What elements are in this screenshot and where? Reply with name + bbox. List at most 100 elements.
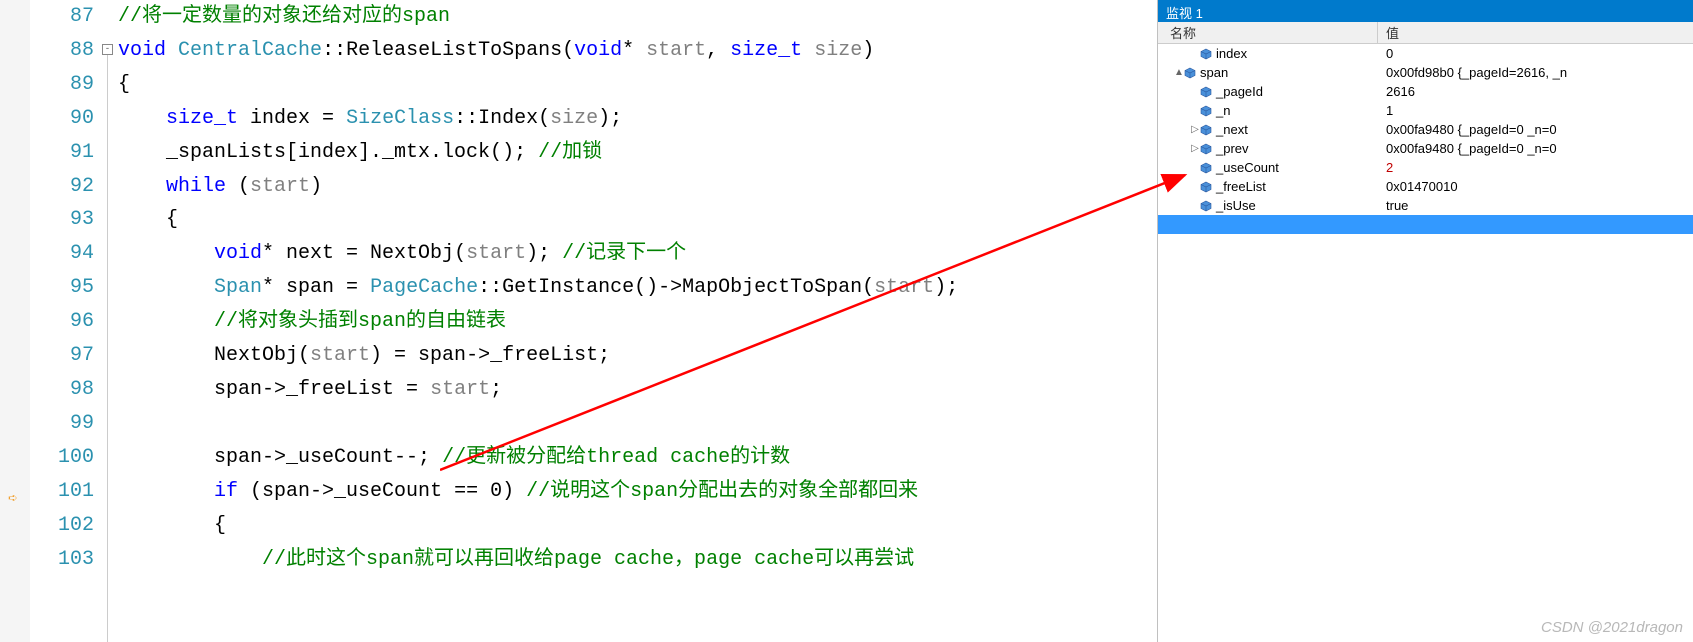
watch-name-cell[interactable]: _useCount bbox=[1158, 158, 1378, 177]
watch-row-blank-selected[interactable] bbox=[1158, 215, 1693, 234]
watch-name-cell[interactable]: _freeList bbox=[1158, 177, 1378, 196]
watch-row[interactable]: _n1 bbox=[1158, 101, 1693, 120]
code-token bbox=[802, 39, 814, 62]
code-line[interactable]: if (span->_useCount == 0) //说明这个span分配出去… bbox=[118, 475, 1157, 509]
watch-row[interactable]: _freeList0x01470010 bbox=[1158, 177, 1693, 196]
watch-name-cell[interactable]: _pageId bbox=[1158, 82, 1378, 101]
code-token: //记录下一个 bbox=[562, 242, 686, 265]
code-token: ); bbox=[598, 107, 622, 130]
line-number: 88 bbox=[30, 34, 94, 68]
variable-icon bbox=[1200, 124, 1212, 136]
code-token: start bbox=[430, 378, 490, 401]
code-token: PageCache bbox=[370, 276, 478, 299]
code-token: { bbox=[118, 73, 130, 96]
expander-icon[interactable]: ▲ bbox=[1174, 67, 1184, 78]
code-line[interactable]: NextObj(start) = span->_freeList; bbox=[118, 339, 1157, 373]
line-numbers: 87888990919293949596979899100101102103 bbox=[30, 0, 102, 642]
code-line[interactable]: { bbox=[118, 203, 1157, 237]
watch-rows[interactable]: index0▲span0x00fd98b0 {_pageId=2616, _n_… bbox=[1158, 44, 1693, 642]
line-number: 94 bbox=[30, 237, 94, 271]
variable-icon bbox=[1200, 181, 1212, 193]
watch-var-name: _useCount bbox=[1216, 160, 1279, 175]
line-number: 92 bbox=[30, 170, 94, 204]
watch-row[interactable]: ▷_next0x00fa9480 {_pageId=0 _n=0 bbox=[1158, 120, 1693, 139]
line-number: 103 bbox=[30, 543, 94, 577]
code-line[interactable]: { bbox=[118, 509, 1157, 543]
code-line[interactable]: //将一定数量的对象还给对应的span bbox=[118, 0, 1157, 34]
code-token bbox=[118, 242, 214, 265]
code-token: * next = NextObj( bbox=[262, 242, 466, 265]
code-token: //更新被分配给thread cache的计数 bbox=[442, 446, 790, 469]
breakpoint-gutter[interactable]: ➪ bbox=[0, 0, 30, 642]
watch-header-value[interactable]: 值 bbox=[1378, 23, 1693, 42]
watch-value-cell: 2 bbox=[1378, 160, 1693, 175]
code-token: ); bbox=[526, 242, 562, 265]
watch-name-cell[interactable]: ▷_prev bbox=[1158, 139, 1378, 158]
watch-name-cell[interactable]: _isUse bbox=[1158, 196, 1378, 215]
code-token: void bbox=[214, 242, 262, 265]
line-number: 93 bbox=[30, 203, 94, 237]
watch-var-name: _next bbox=[1216, 122, 1248, 137]
code-line[interactable]: while (start) bbox=[118, 170, 1157, 204]
code-line[interactable]: //将对象头插到span的自由链表 bbox=[118, 305, 1157, 339]
code-line[interactable]: void CentralCache::ReleaseListToSpans(vo… bbox=[118, 34, 1157, 68]
code-line[interactable]: void* next = NextObj(start); //记录下一个 bbox=[118, 237, 1157, 271]
code-token: //加锁 bbox=[538, 141, 602, 164]
watch-name-cell[interactable]: ▲span bbox=[1158, 63, 1378, 82]
fold-column[interactable]: - bbox=[102, 0, 116, 642]
code-token: start bbox=[874, 276, 934, 299]
code-line[interactable]: Span* span = PageCache::GetInstance()->M… bbox=[118, 271, 1157, 305]
fold-toggle-icon[interactable]: - bbox=[102, 44, 113, 55]
watch-var-name: _isUse bbox=[1216, 198, 1256, 213]
code-token: ( bbox=[226, 175, 250, 198]
code-token: size_t bbox=[166, 107, 238, 130]
watch-name-cell[interactable]: ▷ _next bbox=[1158, 120, 1378, 139]
variable-icon bbox=[1200, 86, 1212, 98]
code-token: //此时这个span就可以再回收给page cache，page cache可以… bbox=[262, 548, 914, 571]
code-token bbox=[118, 310, 214, 333]
code-token: size bbox=[550, 107, 598, 130]
watch-title: 监视 1 bbox=[1158, 0, 1693, 22]
code-line[interactable]: { bbox=[118, 68, 1157, 102]
code-line[interactable]: _spanLists[index]._mtx.lock(); //加锁 bbox=[118, 136, 1157, 170]
code-editor[interactable]: ➪ 87888990919293949596979899100101102103… bbox=[0, 0, 1157, 642]
watch-value-cell: true bbox=[1378, 198, 1693, 213]
code-token: ::ReleaseListToSpans( bbox=[322, 39, 574, 62]
code-token: start bbox=[250, 175, 310, 198]
code-line[interactable] bbox=[118, 407, 1157, 441]
watch-var-name: _pageId bbox=[1216, 84, 1263, 99]
watch-var-name: _freeList bbox=[1216, 179, 1266, 194]
variable-icon bbox=[1200, 143, 1212, 155]
code-token bbox=[118, 480, 214, 503]
watch-row[interactable]: _isUse true bbox=[1158, 196, 1693, 215]
watch-value-cell: 0 bbox=[1378, 46, 1693, 61]
watch-row[interactable]: _useCount 2 bbox=[1158, 158, 1693, 177]
code-token: //说明这个span分配出去的对象全部都回来 bbox=[526, 480, 918, 503]
code-line[interactable]: //此时这个span就可以再回收给page cache，page cache可以… bbox=[118, 543, 1157, 577]
variable-icon bbox=[1200, 105, 1212, 117]
expander-icon[interactable]: ▷ bbox=[1190, 124, 1200, 135]
expander-icon[interactable]: ▷ bbox=[1190, 143, 1200, 154]
code-token: ) bbox=[862, 39, 874, 62]
watch-var-name: index bbox=[1216, 46, 1247, 61]
code-text-area[interactable]: //将一定数量的对象还给对应的spanvoid CentralCache::Re… bbox=[116, 0, 1157, 642]
code-token: { bbox=[118, 208, 178, 231]
code-token: size bbox=[814, 39, 862, 62]
watch-window[interactable]: 监视 1 名称 值 index0▲span0x00fd98b0 {_pageId… bbox=[1157, 0, 1693, 642]
watermark: CSDN @2021dragon bbox=[1541, 619, 1683, 636]
watch-row[interactable]: ▲span0x00fd98b0 {_pageId=2616, _n bbox=[1158, 63, 1693, 82]
code-line[interactable]: span->_freeList = start; bbox=[118, 373, 1157, 407]
code-token: * span = bbox=[262, 276, 370, 299]
code-line[interactable]: size_t index = SizeClass::Index(size); bbox=[118, 102, 1157, 136]
code-line[interactable]: span->_useCount--; //更新被分配给thread cache的… bbox=[118, 441, 1157, 475]
watch-value-cell: 0x00fa9480 {_pageId=0 _n=0 bbox=[1378, 141, 1693, 156]
watch-value-cell: 0x00fd98b0 {_pageId=2616, _n bbox=[1378, 65, 1693, 80]
watch-row[interactable]: ▷_prev0x00fa9480 {_pageId=0 _n=0 bbox=[1158, 139, 1693, 158]
watch-name-cell[interactable]: index bbox=[1158, 44, 1378, 63]
watch-row[interactable]: _pageId2616 bbox=[1158, 82, 1693, 101]
watch-header-name[interactable]: 名称 bbox=[1158, 22, 1378, 43]
watch-row[interactable]: index 0 bbox=[1158, 44, 1693, 63]
code-token: start bbox=[466, 242, 526, 265]
watch-name-cell[interactable]: _n bbox=[1158, 101, 1378, 120]
fold-line bbox=[107, 55, 108, 642]
